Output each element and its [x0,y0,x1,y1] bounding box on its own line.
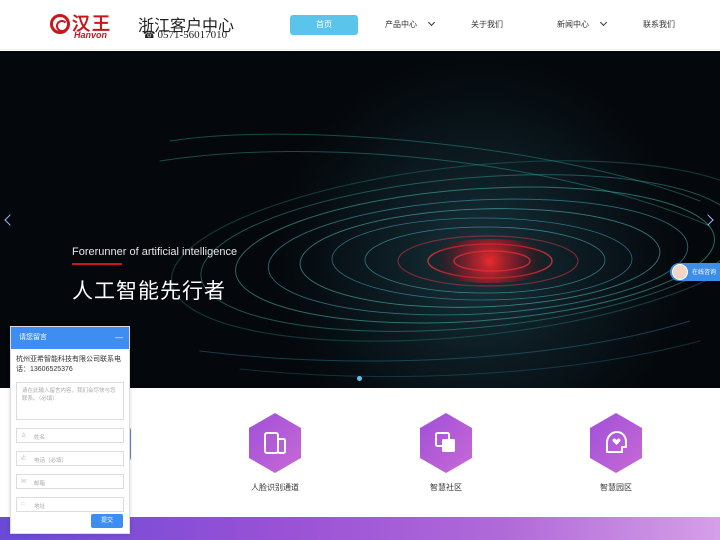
service-label: 智慧社区 [430,483,462,492]
mail-icon: ✉ [21,479,27,485]
phone-icon: ✆ [21,456,27,462]
submit-button[interactable]: 提交 [91,514,123,528]
service-label: 人脸识别通道 [251,483,299,492]
service-smart-park[interactable]: 智慧园区 [576,412,656,493]
nav-item-label: 产品中心 [385,20,417,29]
email-field[interactable]: ✉ 邮箱 [16,474,124,489]
service-smart-community[interactable]: 智慧社区 [406,412,486,493]
chevron-down-icon [427,18,436,27]
banner-subtitle: Forerunner of artificial intelligence [72,246,238,258]
chevron-down-icon [599,18,608,27]
nav-item-products[interactable]: 产品中心 [385,15,436,35]
nav-item-about[interactable]: 关于我们 [471,15,503,35]
layers-icon [420,413,472,473]
agent-avatar [672,264,688,280]
service-face-recognition[interactable]: 人脸识别通道 [235,412,315,493]
consult-label: 在线咨询 [692,270,717,276]
hanvon-logo[interactable]: 汉王 Hanvon [50,10,120,40]
service-hex-badge [418,412,474,474]
field-placeholder: 地址 [34,504,46,510]
message-textarea[interactable]: 请在此输入留言内容，我们会尽快与您联系。（必填） [16,382,124,420]
device-icon [249,413,301,473]
phone-number: 0571-56017010 [157,29,228,41]
panel-title: 请您留言 [19,334,47,341]
nav-item-contact[interactable]: 联系我们 [643,15,675,35]
location-icon: ⌂ [21,501,25,507]
field-placeholder: 邮箱 [34,481,46,487]
panel-header: 请您留言 — [11,327,129,349]
banner-accent-line [72,263,122,265]
heart-head-icon [590,413,642,473]
message-panel: 请您留言 — 杭州亚希智能科技有限公司联系电话：13606525376 请在此输… [10,326,130,534]
field-placeholder: 姓名 [34,435,46,441]
address-field[interactable]: ⌂ 地址 [16,497,124,512]
online-consult-tab[interactable]: 在线咨询 [670,263,720,281]
center-phone: ☎ 0571-56017010 [143,29,227,41]
service-hex-badge [247,412,303,474]
service-label: 智慧园区 [600,483,632,492]
phone-field[interactable]: ✆ 电话（必填） [16,451,124,466]
nav-item-news[interactable]: 新闻中心 [557,15,608,35]
logo-ring-icon [50,14,70,34]
slide-indicator-dot[interactable] [357,376,362,381]
person-icon: ♙ [21,433,27,439]
page: 汉王 Hanvon 浙江客户中心 ☎ 0571-56017010 首页 产品中心 … [0,0,720,540]
name-field[interactable]: ♙ 姓名 [16,428,124,443]
site-header: 汉王 Hanvon 浙江客户中心 ☎ 0571-56017010 首页 产品中心 … [0,0,720,50]
telephone-icon: ☎ [143,30,156,41]
logo-english-text: Hanvon [74,30,108,40]
minimize-icon[interactable]: — [115,327,123,349]
field-placeholder: 电话（必填） [34,458,68,464]
nav-item-label: 新闻中心 [557,20,589,29]
banner-title: 人工智能先行者 [72,280,226,303]
service-hex-badge [588,412,644,474]
nav-item-home[interactable]: 首页 [290,15,358,35]
company-contact-info: 杭州亚希智能科技有限公司联系电话：13606525376 [16,356,121,373]
